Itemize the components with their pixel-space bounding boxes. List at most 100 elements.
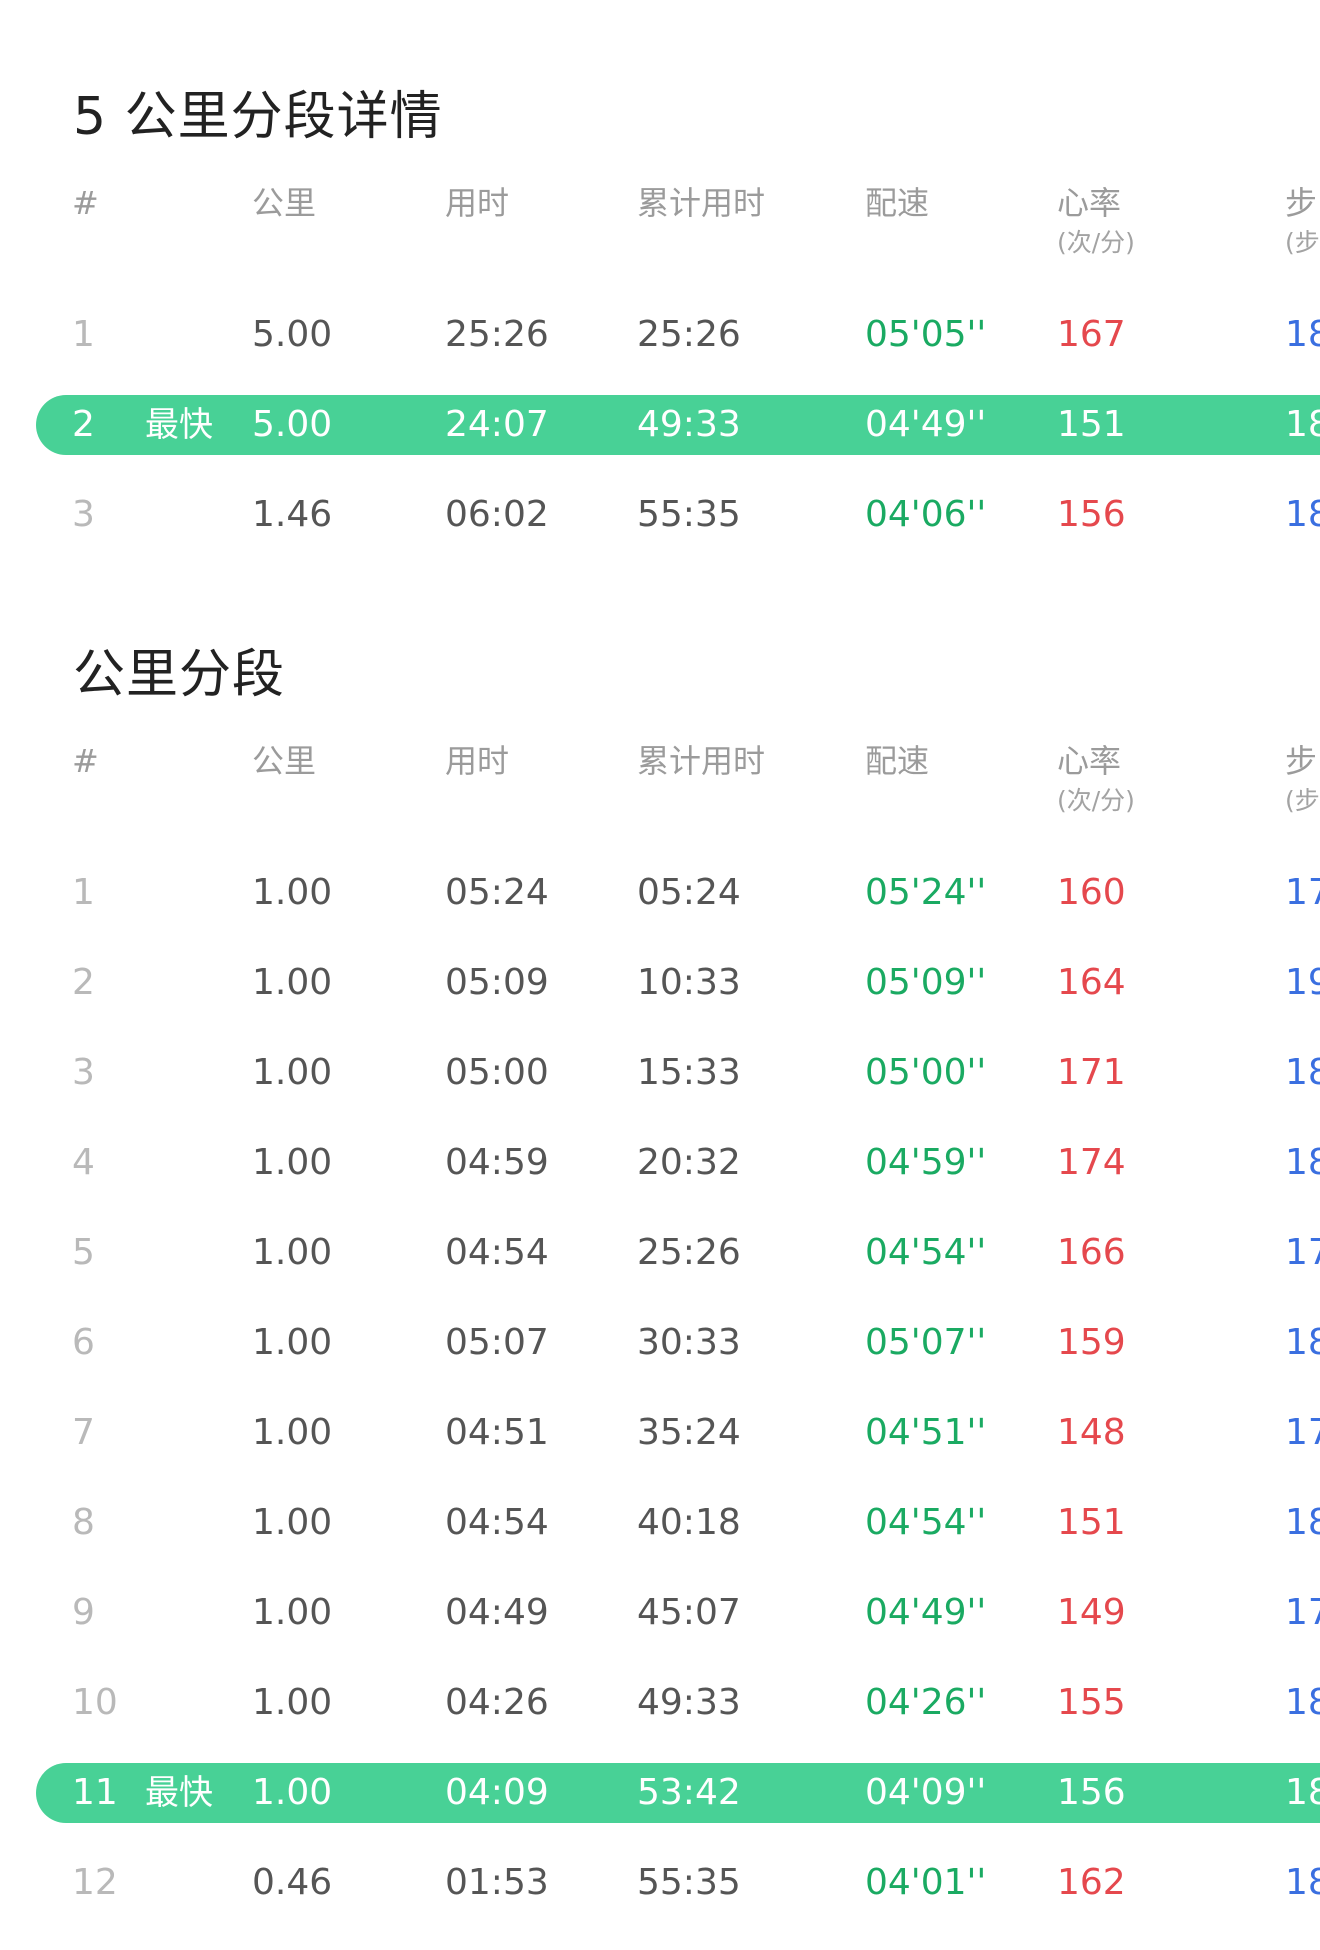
- row-time: 05:07: [445, 1322, 549, 1363]
- header-cadence-unit: (步: [1285, 786, 1320, 816]
- row-index: 2: [72, 404, 95, 445]
- row-cadence: 18: [1285, 1052, 1320, 1093]
- header-pace: 配速: [865, 742, 930, 780]
- row-cumulative: 40:18: [637, 1502, 741, 1543]
- header-index: #: [72, 742, 99, 780]
- row-km: 1.00: [252, 1052, 333, 1093]
- row-cumulative: 53:42: [637, 1772, 741, 1813]
- row-index: 11: [72, 1772, 118, 1813]
- row-cadence: 18: [1285, 1322, 1320, 1363]
- row-cumulative: 15:33: [637, 1052, 741, 1093]
- table-row: 12 0.46 01:53 55:35 04'01'' 162 18: [0, 1853, 1320, 1913]
- table-row: 10 1.00 04:26 49:33 04'26'' 155 18: [0, 1673, 1320, 1733]
- header-cadence: 步 (步: [1285, 185, 1320, 258]
- header-cadence: 步 (步: [1285, 743, 1320, 816]
- row-heart-rate: 160: [1057, 872, 1126, 913]
- row-km: 1.00: [252, 1232, 333, 1273]
- row-pace: 05'24'': [865, 872, 987, 913]
- row-heart-rate: 166: [1057, 1232, 1126, 1273]
- row-time: 06:02: [445, 494, 549, 535]
- header-heart-rate: 心率 (次/分): [1057, 185, 1135, 258]
- row-cadence: 18: [1285, 1682, 1320, 1723]
- row-index: 7: [72, 1412, 95, 1453]
- row-index: 1: [72, 314, 95, 355]
- row-cadence: 18: [1285, 404, 1320, 445]
- row-heart-rate: 162: [1057, 1862, 1126, 1903]
- row-index: 9: [72, 1592, 95, 1633]
- row-cadence: 18: [1285, 1862, 1320, 1903]
- header-heart-rate-unit: (次/分): [1057, 786, 1135, 816]
- table-row: 1 1.00 05:24 05:24 05'24'' 160 17: [0, 863, 1320, 923]
- row-pace: 04'49'': [865, 404, 987, 445]
- row-km: 0.46: [252, 1862, 333, 1903]
- row-pace: 05'07'': [865, 1322, 987, 1363]
- row-km: 1.00: [252, 962, 333, 1003]
- fastest-tag: 最快: [145, 1773, 213, 1813]
- row-time: 04:59: [445, 1142, 549, 1183]
- row-heart-rate: 174: [1057, 1142, 1126, 1183]
- row-cadence: 18: [1285, 494, 1320, 535]
- row-pace: 04'26'': [865, 1682, 987, 1723]
- row-time: 04:51: [445, 1412, 549, 1453]
- row-time: 04:09: [445, 1772, 549, 1813]
- row-time: 04:54: [445, 1502, 549, 1543]
- row-pace: 05'00'': [865, 1052, 987, 1093]
- header-km: 公里: [252, 742, 317, 780]
- table-row: 4 1.00 04:59 20:32 04'59'' 174 18: [0, 1133, 1320, 1193]
- row-index: 6: [72, 1322, 95, 1363]
- row-index: 8: [72, 1502, 95, 1543]
- row-heart-rate: 159: [1057, 1322, 1126, 1363]
- row-pace: 05'09'': [865, 962, 987, 1003]
- row-cumulative: 55:35: [637, 494, 741, 535]
- row-cadence: 18: [1285, 1772, 1320, 1813]
- row-cumulative: 49:33: [637, 1682, 741, 1723]
- table-row: 3 1.46 06:02 55:35 04'06'' 156 18: [0, 485, 1320, 545]
- row-cumulative: 55:35: [637, 1862, 741, 1903]
- header-heart-rate: 心率 (次/分): [1057, 742, 1135, 816]
- row-time: 04:54: [445, 1232, 549, 1273]
- row-heart-rate: 155: [1057, 1682, 1126, 1723]
- row-heart-rate: 148: [1057, 1412, 1126, 1453]
- header-cadence-unit: (步: [1285, 228, 1320, 258]
- row-km: 1.00: [252, 1502, 333, 1543]
- row-heart-rate: 156: [1057, 1772, 1126, 1813]
- row-index: 5: [72, 1232, 95, 1273]
- row-cadence: 17: [1285, 872, 1320, 913]
- row-time: 05:24: [445, 872, 549, 913]
- header-heart-rate-unit: (次/分): [1057, 228, 1135, 258]
- row-time: 25:26: [445, 314, 549, 355]
- row-index: 10: [72, 1682, 118, 1723]
- row-km: 1.00: [252, 1592, 333, 1633]
- row-pace: 04'54'': [865, 1232, 987, 1273]
- row-cadence: 19: [1285, 962, 1320, 1003]
- row-pace: 05'05'': [865, 314, 987, 355]
- header-time: 用时: [445, 184, 510, 222]
- table-row: 8 1.00 04:54 40:18 04'54'' 151 18: [0, 1493, 1320, 1553]
- row-index: 4: [72, 1142, 95, 1183]
- row-time: 04:49: [445, 1592, 549, 1633]
- row-heart-rate: 151: [1057, 1502, 1126, 1543]
- row-pace: 04'59'': [865, 1142, 987, 1183]
- row-pace: 04'09'': [865, 1772, 987, 1813]
- header-time: 用时: [445, 742, 510, 780]
- row-pace: 04'51'': [865, 1412, 987, 1453]
- row-pace: 04'01'': [865, 1862, 987, 1903]
- row-heart-rate: 149: [1057, 1592, 1126, 1633]
- table-row-best: 11 最快 1.00 04:09 53:42 04'09'' 156 18: [36, 1763, 1320, 1823]
- row-km: 1.00: [252, 1772, 333, 1813]
- row-cumulative: 25:26: [637, 1232, 741, 1273]
- row-cumulative: 35:24: [637, 1412, 741, 1453]
- row-cumulative: 10:33: [637, 962, 741, 1003]
- row-index: 3: [72, 494, 95, 535]
- row-time: 24:07: [445, 404, 549, 445]
- row-cumulative: 45:07: [637, 1592, 741, 1633]
- row-cadence: 17: [1285, 1232, 1320, 1273]
- header-heart-rate-label: 心率: [1057, 742, 1122, 780]
- row-cumulative: 30:33: [637, 1322, 741, 1363]
- row-km: 5.00: [252, 404, 333, 445]
- row-cadence: 18: [1285, 1502, 1320, 1543]
- row-time: 04:26: [445, 1682, 549, 1723]
- row-cadence: 18: [1285, 1142, 1320, 1183]
- row-time: 05:00: [445, 1052, 549, 1093]
- row-km: 1.46: [252, 494, 333, 535]
